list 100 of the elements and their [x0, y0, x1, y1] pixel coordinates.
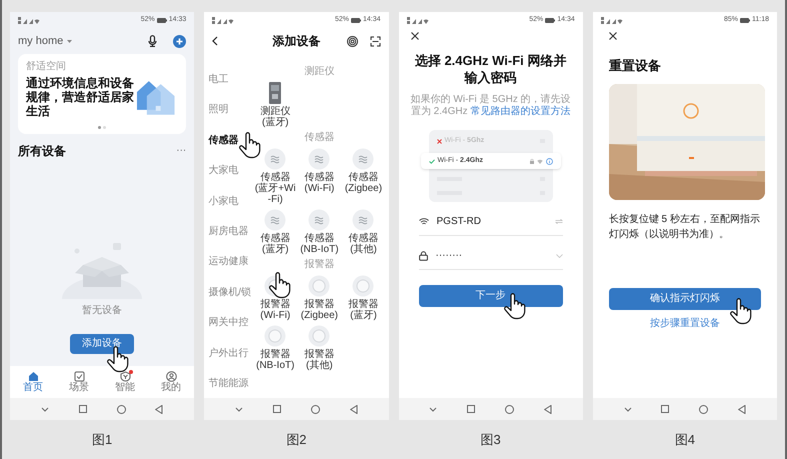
check-icon: [428, 158, 434, 164]
section-header: 测距仪: [304, 66, 334, 78]
back-icon[interactable]: [212, 36, 218, 46]
close-icon[interactable]: [410, 32, 418, 40]
triangle-icon[interactable]: [544, 404, 552, 414]
checkbox-icon: [74, 370, 85, 382]
device-tile[interactable]: 传感器 (蓝牙+Wi-Fi): [254, 148, 296, 205]
page-title: 选择 2.4GHz Wi-Fi 网络并输入密码: [414, 52, 568, 86]
wifi-icon: [418, 218, 428, 226]
chevron-down-icon[interactable]: [235, 406, 244, 412]
figure-caption: 图4: [674, 431, 695, 449]
circle-icon[interactable]: [116, 404, 126, 414]
home-icon: [28, 370, 39, 382]
sensor-icon: [264, 148, 286, 170]
password-field[interactable]: ········: [436, 248, 548, 263]
sensor-icon: [352, 209, 374, 231]
category-item[interactable]: 户外出行: [208, 348, 248, 360]
disc-icon: [308, 275, 330, 297]
lock-icon: [530, 158, 534, 164]
category-item[interactable]: 运动健康: [208, 256, 248, 268]
user-icon: [166, 370, 177, 382]
figure-caption: 图2: [286, 431, 306, 449]
circle-icon[interactable]: [699, 404, 708, 414]
fingerprint-icon[interactable]: [346, 36, 358, 46]
device-tile[interactable]: 测距仪 (蓝牙): [254, 82, 296, 128]
empty-message: 暂无设备: [82, 304, 122, 318]
device-tile[interactable]: 传感器 (Zigbee): [342, 148, 384, 205]
info-icon: [546, 158, 553, 164]
figure-caption: 图3: [480, 431, 501, 449]
device-tile[interactable]: 报警器 (其他): [298, 325, 340, 371]
sensor-icon: [352, 148, 374, 170]
device-tile[interactable]: 报警器 (Zigbee): [298, 275, 340, 321]
device-tile[interactable]: 报警器 (蓝牙): [342, 275, 384, 321]
wifi-name-field[interactable]: PGST-RD: [436, 214, 547, 229]
category-item[interactable]: 传感器: [208, 134, 238, 147]
confirm-button[interactable]: 确认指示灯闪烁: [608, 288, 761, 310]
square-icon[interactable]: [661, 405, 670, 413]
square-icon[interactable]: [78, 405, 87, 413]
hand-cursor-icon: [238, 130, 262, 159]
category-item[interactable]: 摄像机/锁: [208, 286, 252, 299]
category-item[interactable]: 大家电: [208, 165, 238, 178]
square-icon[interactable]: [272, 405, 281, 413]
tab[interactable]: 首页: [23, 370, 44, 394]
battery-icon: [545, 18, 556, 22]
section-title: 所有设备: [18, 143, 66, 160]
microphone-icon[interactable]: [148, 35, 158, 47]
settings-link[interactable]: 常见路由器的设置方法: [470, 106, 570, 117]
signal-icon: [18, 16, 40, 24]
more-button[interactable]: ···: [176, 146, 186, 156]
page-title: 添加设备: [272, 33, 320, 50]
lock-icon: [418, 250, 428, 260]
signal-icon: [600, 16, 623, 24]
add-icon[interactable]: [173, 34, 186, 48]
category-item[interactable]: 厨房电器: [208, 226, 248, 238]
reset-guide-link[interactable]: 按步骤重置设备: [650, 316, 720, 330]
battery-icon: [740, 18, 750, 22]
device-tile[interactable]: 传感器 (Wi-Fi): [298, 148, 340, 205]
disc-icon: [352, 275, 374, 297]
triangle-icon[interactable]: [155, 404, 164, 414]
signal-icon: [406, 16, 428, 24]
circle-icon[interactable]: [505, 404, 514, 414]
category-item[interactable]: 节能能源: [208, 378, 248, 390]
device-tile[interactable]: 传感器 (其他): [342, 209, 384, 255]
square-icon[interactable]: [467, 405, 476, 413]
hand-cursor-icon: [268, 271, 292, 299]
circle-icon[interactable]: [310, 404, 320, 414]
category-item[interactable]: 小家电: [208, 196, 238, 208]
banner-label: 舒适空间: [26, 62, 67, 72]
category-item[interactable]: 网关中控: [208, 317, 248, 330]
shield-icon: [120, 370, 131, 382]
device-icon: [269, 82, 282, 104]
triangle-icon[interactable]: [738, 404, 746, 414]
chevron-down-icon[interactable]: [624, 406, 632, 412]
disc-icon: [264, 325, 286, 347]
tab[interactable]: 我的: [161, 370, 182, 394]
add-device-button[interactable]: 添加设备: [70, 334, 134, 354]
caret-icon: [67, 40, 72, 42]
chevron-down-icon[interactable]: [429, 406, 438, 412]
section-header: 传感器: [304, 132, 334, 144]
close-icon[interactable]: [608, 32, 617, 40]
hint-text: 如果你的 Wi-Fi 是 5GHz 的，请先设置为 2.4GHz 常见路由器的设置方法: [410, 94, 572, 118]
page-title: 重置设备: [608, 57, 662, 75]
device-tile[interactable]: 传感器 (NB-IoT): [298, 209, 340, 255]
chevron-down-icon[interactable]: [40, 406, 49, 412]
tab[interactable]: 场景: [69, 370, 90, 394]
device-tile[interactable]: 报警器 (NB-IoT): [254, 325, 296, 371]
triangle-icon[interactable]: [350, 404, 358, 414]
banner-text: 通过环境信息和设备规律，营造舒适居家生活: [26, 76, 135, 118]
scan-icon[interactable]: [370, 36, 380, 46]
banner-card[interactable]: 舒适空间 通过环境信息和设备规律，营造舒适居家生活: [18, 54, 186, 134]
category-item[interactable]: 照明: [208, 104, 228, 116]
next-button[interactable]: 下一步: [418, 284, 563, 306]
category-item[interactable]: 电工: [208, 74, 228, 86]
figure-caption: 图1: [92, 431, 112, 449]
instruction-text: 长按复位键 5 秒左右，至配网指示灯闪烁（以说明书为准）。: [608, 212, 761, 242]
device-tile[interactable]: 报警器 (Wi-Fi): [254, 275, 296, 321]
device-tile[interactable]: 传感器 (蓝牙): [254, 209, 296, 255]
disc-icon: [308, 325, 330, 347]
tab[interactable]: 智能: [115, 370, 136, 394]
home-selector[interactable]: my home: [18, 32, 64, 50]
